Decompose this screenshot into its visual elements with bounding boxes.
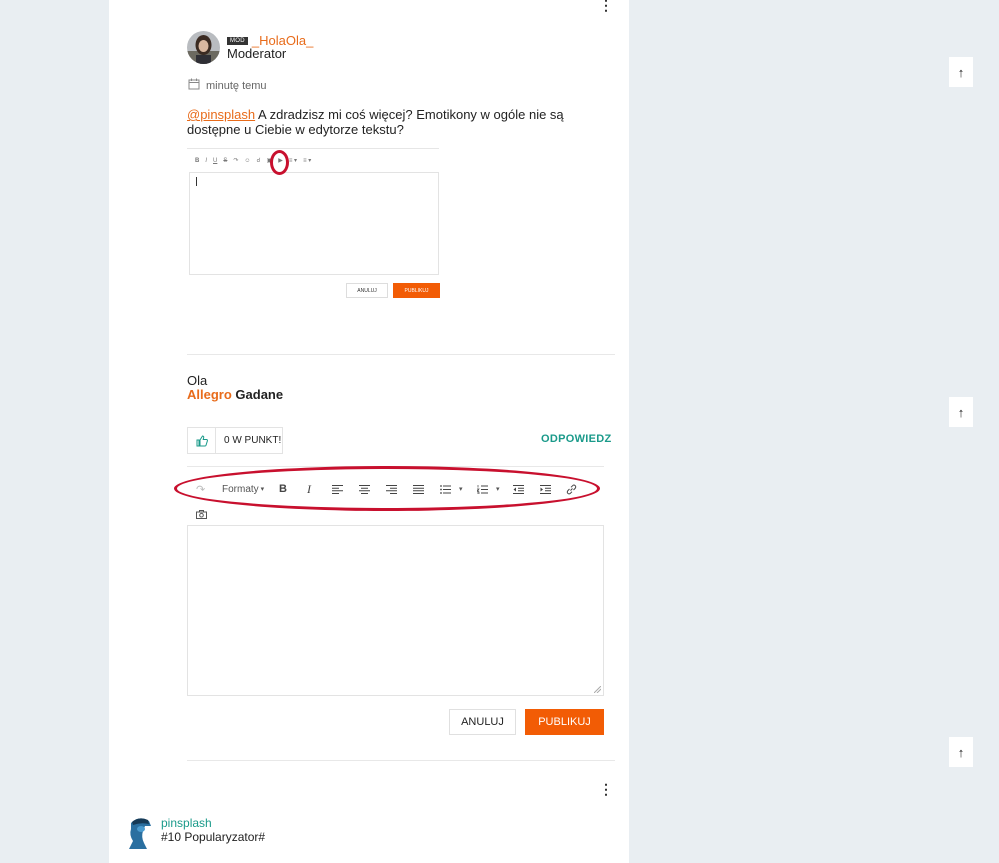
arrow-up-icon: ↑ bbox=[957, 744, 965, 760]
author-role: Moderator bbox=[227, 46, 287, 61]
timestamp-text: minutę temu bbox=[206, 79, 267, 92]
next-post-author[interactable]: pinsplash bbox=[161, 816, 212, 830]
scroll-top-button[interactable]: ↑ bbox=[949, 57, 973, 87]
mini-editor bbox=[189, 172, 439, 275]
strikethrough-icon: S bbox=[223, 157, 228, 164]
mention-link[interactable]: @pinsplash bbox=[187, 107, 255, 122]
link-icon: ☌ bbox=[256, 158, 261, 164]
scroll-top-button[interactable]: ↑ bbox=[949, 397, 973, 427]
mod-badge: MOD bbox=[227, 36, 248, 45]
divider bbox=[187, 354, 615, 355]
vote-button[interactable]: 0 W PUNKT! bbox=[187, 427, 283, 454]
cancel-button[interactable]: ANULUJ bbox=[449, 709, 516, 735]
emoji-icon: ☺ bbox=[244, 157, 251, 164]
next-post-rank: #10 Popularyzator# bbox=[161, 830, 266, 844]
avatar[interactable] bbox=[187, 31, 220, 64]
signature-rest: Gadane bbox=[231, 387, 284, 402]
scroll-top-button[interactable]: ↑ bbox=[949, 737, 973, 767]
post-body: @pinsplash A zdradzisz mi coś więcej? Em… bbox=[187, 107, 607, 137]
annotation-circle-emoji bbox=[270, 150, 289, 175]
reply-button[interactable]: ODPOWIEDZ bbox=[541, 433, 612, 445]
arrow-up-icon: ↑ bbox=[957, 404, 965, 420]
post-menu-icon[interactable]: ⋮ bbox=[599, 0, 613, 12]
camera-icon[interactable] bbox=[196, 506, 207, 522]
reply-textarea[interactable] bbox=[187, 525, 604, 696]
bold-icon: B bbox=[195, 157, 200, 164]
calendar-icon bbox=[188, 78, 200, 93]
italic-icon: I bbox=[205, 157, 208, 164]
vote-count: 0 W PUNKT! bbox=[224, 435, 282, 446]
embedded-screenshot: B I U S ↷ ☺ ☌ ▣ ▶ ≡ ▾ ≡ ▾ ANULUJ PUBLIKU… bbox=[187, 148, 441, 300]
mini-toolbar: B I U S ↷ ☺ ☌ ▣ ▶ ≡ ▾ ≡ ▾ bbox=[187, 148, 439, 172]
bullet-list-icon: ≡ ▾ bbox=[288, 158, 298, 164]
underline-icon: U bbox=[213, 157, 218, 164]
numbered-list-icon: ≡ ▾ bbox=[303, 158, 312, 164]
post-menu-icon[interactable]: ⋮ bbox=[599, 782, 613, 796]
avatar[interactable] bbox=[121, 813, 157, 849]
signature-line: Allegro Gadane bbox=[187, 387, 283, 402]
post-timestamp: minutę temu bbox=[188, 78, 267, 93]
mini-publish-button: PUBLIKUJ bbox=[393, 283, 440, 298]
publish-button[interactable]: PUBLIKUJ bbox=[525, 709, 604, 735]
thumbs-up-icon[interactable] bbox=[188, 428, 216, 453]
arrow-up-icon: ↑ bbox=[957, 64, 965, 80]
signature-brand: Allegro bbox=[187, 387, 232, 402]
divider bbox=[187, 760, 615, 761]
mini-cancel-button: ANULUJ bbox=[346, 283, 388, 298]
annotation-circle-toolbar bbox=[174, 466, 600, 511]
redo-icon: ↷ bbox=[233, 158, 239, 164]
resize-handle-icon[interactable] bbox=[594, 686, 601, 693]
signature-name: Ola bbox=[187, 373, 208, 388]
